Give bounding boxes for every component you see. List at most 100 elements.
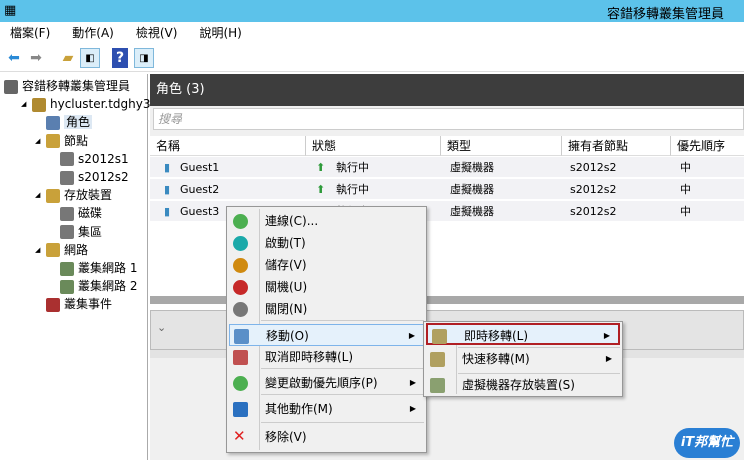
tree-node-icon — [46, 115, 60, 130]
menu-item-label: 啟動(T) — [265, 236, 306, 250]
menu-help[interactable]: 說明(H) — [199, 22, 241, 44]
tree-item[interactable]: ◢ 存放裝置 — [35, 186, 113, 204]
tree-item[interactable]: 叢集網路 2 — [60, 277, 137, 295]
tree-node-icon — [46, 297, 60, 312]
context-menu-item[interactable]: 變更啟動優先順序(P) ▶ — [229, 372, 424, 394]
column-header-status[interactable]: 狀態 — [306, 136, 441, 156]
menu-item-label: 移除(V) — [265, 430, 307, 444]
shutdown-icon — [233, 280, 248, 295]
context-menu-item[interactable]: 儲存(V) — [229, 254, 424, 276]
submenu-arrow-icon: ▶ — [605, 354, 612, 363]
column-header-name[interactable]: 名稱 — [150, 136, 306, 156]
show-hide-action-pane-icon[interactable]: ◨ — [134, 48, 154, 68]
submenu-arrow-icon: ▶ — [603, 331, 610, 340]
tree-item[interactable]: ◢ hycluster.tdghy3C — [21, 95, 159, 113]
tree-item[interactable]: 叢集事件 — [46, 295, 112, 313]
submenu-item[interactable]: 即時移轉(L) ▶ — [426, 323, 620, 345]
show-hide-console-tree-icon[interactable]: ◧ — [80, 48, 100, 68]
tree-item-label: 角色 — [64, 115, 93, 130]
live-migration-icon — [432, 329, 447, 344]
chevron-down-icon[interactable]: ⌄ — [157, 321, 166, 334]
back-arrow-icon[interactable]: ⬅ — [4, 48, 24, 68]
submenu-arrow-icon: ▶ — [409, 404, 416, 413]
column-header-type[interactable]: 類型 — [441, 136, 562, 156]
tree-item[interactable]: ◢ 網路 — [35, 241, 88, 259]
help-icon[interactable]: ? — [112, 48, 128, 68]
vm-icon: ▮ — [164, 205, 171, 218]
search-input[interactable]: 搜尋 — [153, 108, 744, 130]
role-priority: 中 — [680, 183, 691, 196]
running-status-icon: ⬆ — [316, 161, 326, 174]
context-menu-item[interactable]: ✕ 移除(V) — [229, 426, 424, 448]
tree-node-icon — [46, 188, 60, 203]
tree-item[interactable]: s2012s1 — [60, 150, 129, 168]
app-icon: ▦ — [4, 3, 17, 18]
tree-item-label: 容錯移轉叢集管理員 — [22, 79, 131, 93]
role-type: 虛擬機器 — [450, 161, 494, 174]
tree-item[interactable]: 集區 — [60, 223, 102, 241]
tree-node-icon — [60, 206, 74, 221]
menu-item-label: 變更啟動優先順序(P) — [265, 376, 378, 390]
forward-arrow-icon[interactable]: ➡ — [26, 48, 46, 68]
column-header-priority[interactable]: 優先順序 — [671, 136, 744, 156]
vm-storage-icon — [430, 378, 445, 393]
context-menu-item[interactable]: 移動(O) ▶ — [229, 324, 424, 346]
tree-item-label: s2012s1 — [78, 151, 129, 166]
menu-item-label: 取消即時移轉(L) — [265, 350, 354, 364]
tree-item-label: 叢集網路 1 — [78, 261, 138, 275]
remove-icon: ✕ — [233, 427, 246, 445]
tree-item-label: 節點 — [64, 133, 89, 148]
role-type: 虛擬機器 — [450, 205, 494, 218]
menu-view[interactable]: 檢視(V) — [136, 22, 178, 44]
expand-icon[interactable]: ◢ — [35, 132, 40, 150]
submenu-item[interactable]: 快速移轉(M) ▶ — [426, 348, 620, 370]
owner-node: s2012s2 — [570, 161, 617, 174]
context-menu-item[interactable]: 關機(U) — [229, 276, 424, 298]
table-row[interactable]: ▮ Guest1 ⬆ 執行中 虛擬機器 s2012s2 中 — [150, 157, 744, 179]
menu-item-label: 其他動作(M) — [265, 402, 333, 416]
context-menu-item[interactable]: 連線(C)... — [229, 210, 424, 232]
menu-item-label: 移動(O) — [266, 329, 309, 343]
context-menu-item[interactable]: 啟動(T) — [229, 232, 424, 254]
connect-icon — [233, 214, 248, 229]
menu-item-label: 快速移轉(M) — [462, 352, 530, 366]
tree-item[interactable]: 叢集網路 1 — [60, 259, 137, 277]
expand-icon[interactable]: ◢ — [21, 95, 26, 113]
submenu-item[interactable]: 虛擬機器存放裝置(S) — [426, 374, 620, 396]
context-menu-item[interactable]: 取消即時移轉(L) — [229, 346, 424, 368]
save-icon — [233, 258, 248, 273]
tree-item[interactable]: 容錯移轉叢集管理員 — [4, 77, 130, 95]
context-menu-item[interactable]: 其他動作(M) ▶ — [229, 398, 424, 420]
owner-node: s2012s2 — [570, 183, 617, 196]
running-status-icon: ⬆ — [316, 183, 326, 196]
tree-item-label: 叢集網路 2 — [78, 279, 138, 294]
column-header-owner[interactable]: 擁有者節點 — [562, 136, 671, 156]
expand-icon[interactable]: ◢ — [35, 186, 40, 204]
table-row[interactable]: ▮ Guest2 ⬆ 執行中 虛擬機器 s2012s2 中 — [150, 179, 744, 201]
tree-item[interactable]: s2012s2 — [60, 168, 129, 186]
vm-icon: ▮ — [164, 183, 171, 196]
submenu-arrow-icon: ▶ — [408, 331, 415, 340]
context-menu-item[interactable]: 關閉(N) — [229, 298, 424, 320]
menu-action[interactable]: 動作(A) — [72, 22, 114, 44]
owner-node: s2012s2 — [570, 205, 617, 218]
tree-node-icon — [46, 243, 60, 258]
tree-item[interactable]: ◢ 節點 — [35, 132, 89, 150]
menu-item-label: 儲存(V) — [265, 258, 307, 272]
menu-separator — [261, 368, 424, 369]
pane-title: 角色 (3) — [150, 74, 744, 106]
up-folder-icon[interactable]: ▰ — [58, 48, 78, 68]
start-icon — [233, 236, 248, 251]
menu-item-label: 關閉(N) — [265, 302, 308, 316]
context-menu: 連線(C)... 啟動(T) 儲存(V) 關機(U) 關閉(N) 移動(O) ▶ 取消即時移轉… — [226, 206, 427, 453]
tree-item[interactable]: 角色 — [46, 113, 93, 131]
tree-item-label: 存放裝置 — [64, 188, 113, 203]
expand-icon[interactable]: ◢ — [35, 241, 40, 259]
role-name: Guest2 — [180, 183, 220, 196]
menu-file[interactable]: 檔案(F) — [10, 22, 50, 44]
quick-migration-icon — [430, 352, 445, 367]
turn-off-icon — [233, 302, 248, 317]
tree-node-icon — [60, 170, 74, 185]
submenu-arrow-icon: ▶ — [409, 378, 416, 387]
tree-item[interactable]: 磁碟 — [60, 204, 102, 222]
